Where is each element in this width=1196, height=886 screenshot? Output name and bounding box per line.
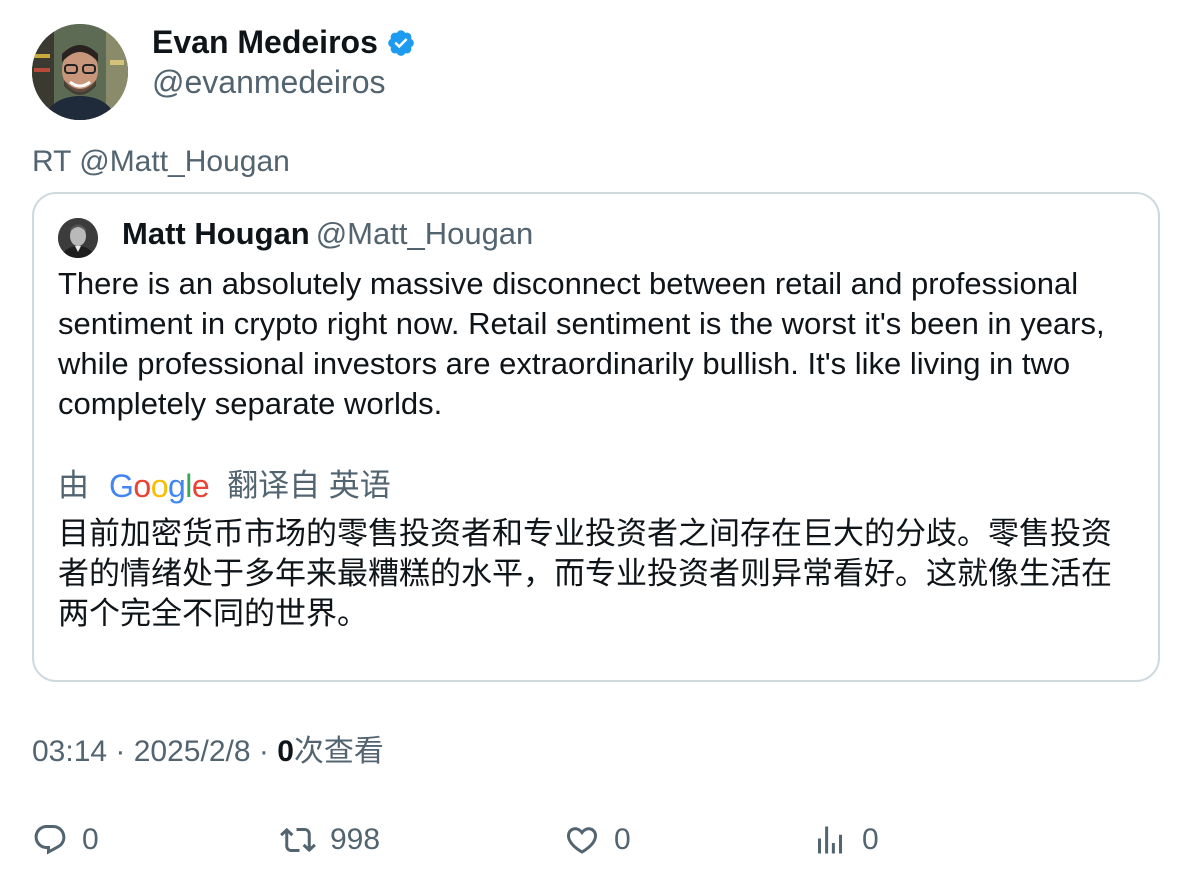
- views-button[interactable]: 0: [812, 818, 879, 862]
- quoted-author-avatar[interactable]: [58, 218, 98, 258]
- translate-suffix: 翻译自 英语: [227, 468, 391, 503]
- views-count: 0: [277, 735, 294, 768]
- retweet-line: RT @Matt_Hougan: [32, 145, 290, 178]
- retweet-count: 998: [330, 823, 381, 856]
- author-name-text[interactable]: Evan Medeiros: [152, 22, 378, 62]
- reply-button[interactable]: 0: [32, 818, 99, 862]
- retweet-icon: [280, 822, 316, 858]
- reply-count: 0: [82, 823, 99, 856]
- tweet-time[interactable]: 03:14: [32, 735, 107, 768]
- retweet-button[interactable]: 998: [280, 818, 380, 862]
- translate-prefix: 由: [58, 468, 89, 503]
- translated-text: 目前加密货币市场的零售投资者和专业投资者之间存在巨大的分歧。零售投资者的情绪处于…: [58, 516, 1112, 631]
- quoted-author-handle[interactable]: @Matt_Hougan: [316, 216, 534, 251]
- author-avatar[interactable]: [32, 24, 128, 120]
- tweet-date[interactable]: 2025/2/8: [134, 735, 251, 768]
- reply-icon: [32, 822, 68, 858]
- heart-icon: [564, 822, 600, 858]
- quoted-header: Matt Hougan @Matt_Hougan: [122, 214, 533, 254]
- translation-attribution: 由 Google 翻译自 英语: [58, 466, 391, 506]
- action-bar: 0 998 0 0: [32, 818, 1132, 862]
- views-chart-icon: [812, 822, 848, 858]
- views-action-count: 0: [862, 823, 879, 856]
- like-count: 0: [614, 823, 631, 856]
- meta-separator: ·: [107, 735, 134, 768]
- quoted-author-name[interactable]: Matt Hougan: [122, 216, 310, 251]
- author-handle[interactable]: @evanmedeiros: [152, 62, 385, 102]
- like-button[interactable]: 0: [564, 818, 631, 862]
- verified-badge-icon[interactable]: [386, 27, 416, 57]
- quoted-tweet-text: There is an absolutely massive disconnec…: [58, 266, 1105, 421]
- author-name[interactable]: Evan Medeiros: [152, 22, 416, 62]
- tweet-meta: 03:14 · 2025/2/8 · 0次查看: [32, 732, 384, 772]
- views-label: 次查看: [293, 735, 384, 768]
- google-logo: Google: [109, 468, 210, 504]
- quoted-tweet-card[interactable]: Matt Hougan @Matt_Hougan There is an abso…: [32, 192, 1160, 682]
- meta-separator: ·: [250, 735, 278, 768]
